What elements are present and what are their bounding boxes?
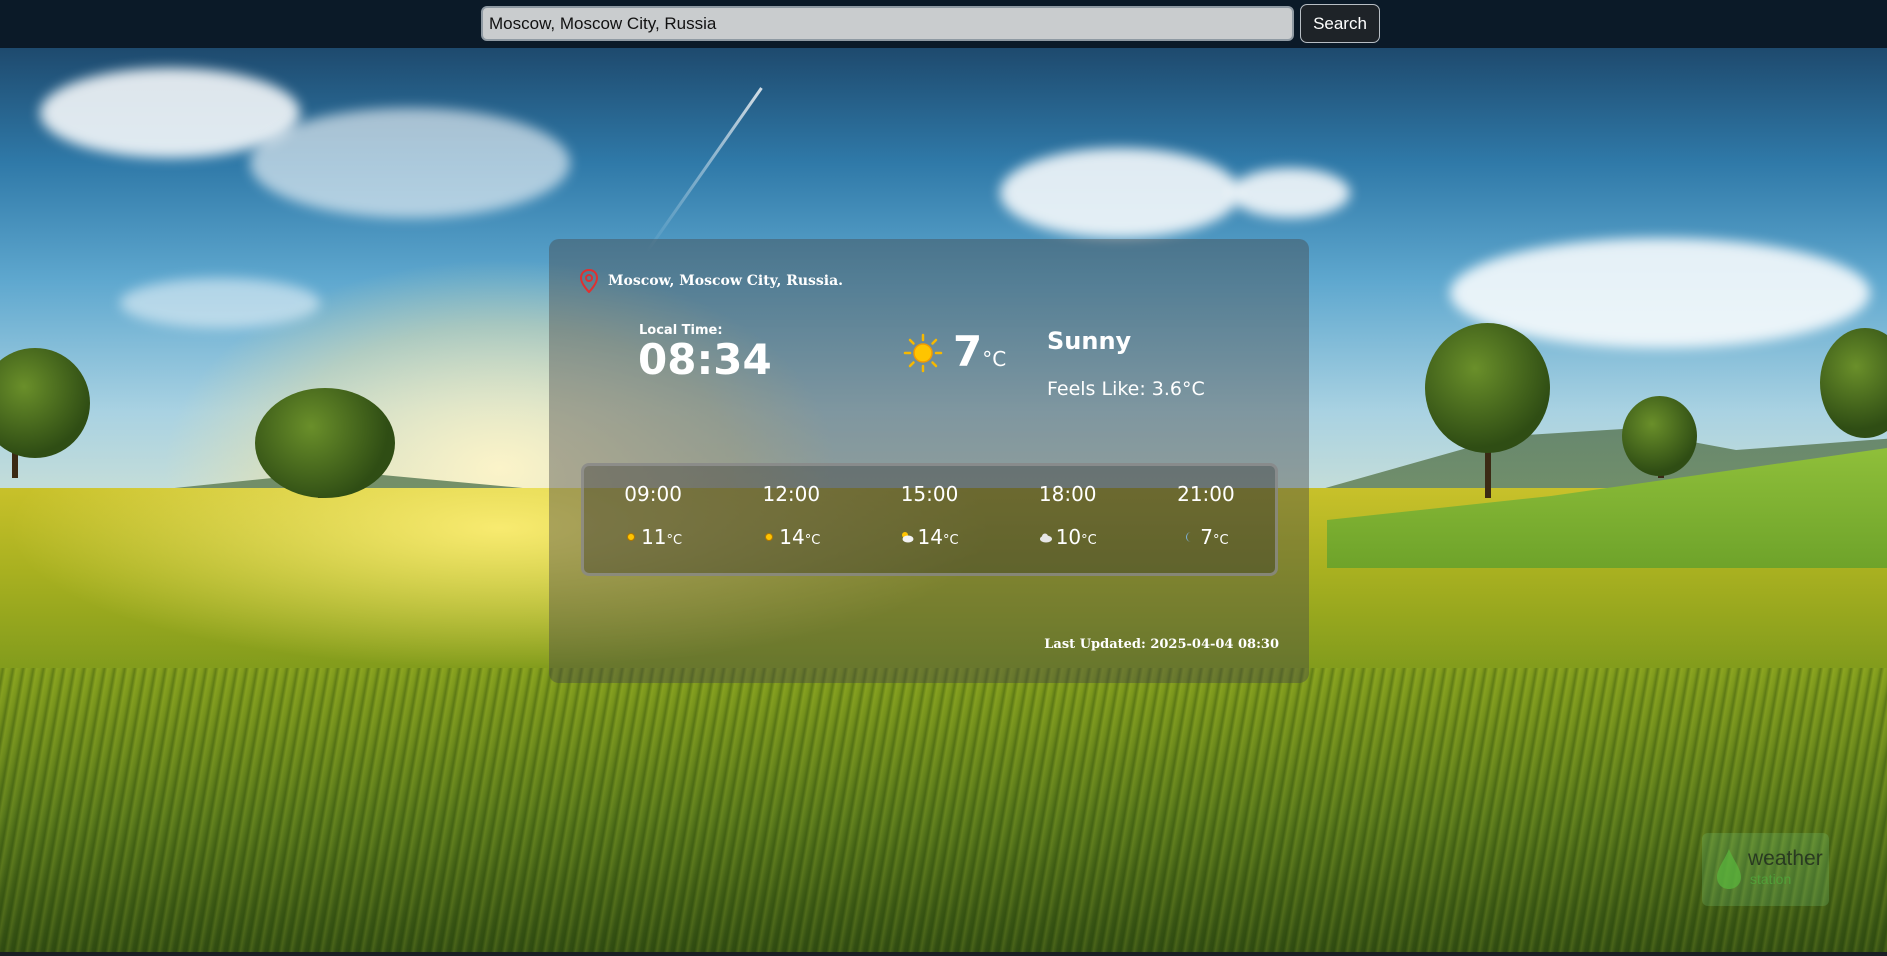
forecast-temp-value: 14 bbox=[779, 525, 805, 549]
grass bbox=[0, 668, 1887, 952]
sun-icon bbox=[627, 533, 636, 541]
sun-icon bbox=[765, 533, 774, 541]
forecast-slot: 21:00 7 °C bbox=[1137, 466, 1275, 573]
moon-icon bbox=[1186, 532, 1192, 542]
feels-like: Feels Like: 3.6°C bbox=[1047, 378, 1205, 400]
forecast-temp-value: 11 bbox=[641, 525, 667, 549]
forecast-temp-unit: °C bbox=[804, 533, 821, 548]
forecast-slot: 15:00 14 °C bbox=[860, 466, 998, 573]
forecast-temp-value: 14 bbox=[917, 525, 943, 549]
tree bbox=[255, 388, 395, 498]
weather-card: Moscow, Moscow City, Russia. Local Time:… bbox=[549, 239, 1309, 683]
forecast-temp-value: 10 bbox=[1055, 525, 1082, 549]
forecast-slot: 09:00 11 °C bbox=[584, 466, 722, 573]
tree bbox=[1425, 323, 1550, 453]
forecast-time: 15:00 bbox=[900, 482, 959, 506]
hourly-forecast: 09:00 11 °C 12:00 14 °C 15:00 14 °C 18:00 bbox=[581, 463, 1278, 576]
local-time: 08:34 bbox=[638, 335, 772, 384]
forecast-temp: 14 °C bbox=[860, 525, 998, 549]
forecast-temp: 14 °C bbox=[722, 525, 860, 549]
location-pin-icon bbox=[579, 269, 599, 293]
location-row: Moscow, Moscow City, Russia. bbox=[579, 269, 843, 293]
current-temp-value: 7 bbox=[953, 327, 983, 376]
logo-text-station: station bbox=[1750, 871, 1792, 887]
forecast-time: 21:00 bbox=[1177, 482, 1235, 506]
water-drop-icon bbox=[1717, 849, 1741, 889]
partly-cloudy-icon bbox=[902, 532, 914, 543]
logo-text-weather: weather bbox=[1748, 847, 1823, 870]
weather-condition: Sunny bbox=[1047, 327, 1132, 355]
forecast-time: 12:00 bbox=[762, 482, 821, 506]
forecast-temp: 11 °C bbox=[584, 525, 722, 549]
forecast-time: 18:00 bbox=[1038, 482, 1097, 506]
search-input[interactable] bbox=[481, 6, 1294, 41]
cloud bbox=[1230, 168, 1350, 218]
forecast-temp: 7 °C bbox=[1137, 525, 1275, 549]
forecast-slot: 18:00 10 °C bbox=[999, 466, 1137, 573]
forecast-slot: 12:00 14 °C bbox=[722, 466, 860, 573]
cloud bbox=[1000, 148, 1240, 238]
weather-station-logo: weather station bbox=[1702, 833, 1829, 906]
tree bbox=[1622, 396, 1697, 476]
top-bar: Search bbox=[0, 0, 1887, 48]
forecast-temp-unit: °C bbox=[942, 533, 959, 548]
cloud-icon bbox=[1039, 533, 1052, 543]
last-updated: Last Updated: 2025-04-04 08:30 bbox=[1044, 637, 1279, 652]
cloud bbox=[120, 278, 320, 328]
forecast-time: 09:00 bbox=[624, 482, 682, 506]
cloud bbox=[250, 108, 570, 218]
forecast-temp-unit: °C bbox=[1081, 533, 1097, 548]
location-name: Moscow, Moscow City, Russia. bbox=[608, 273, 844, 289]
forecast-temp-unit: °C bbox=[1212, 533, 1229, 548]
forecast-temp-unit: °C bbox=[666, 533, 683, 548]
current-temp-unit: °C bbox=[982, 347, 1007, 371]
forecast-temp-value: 7 bbox=[1200, 525, 1213, 549]
sun-icon bbox=[903, 333, 943, 373]
current-temperature: 7°C bbox=[953, 331, 1006, 373]
search-button[interactable]: Search bbox=[1300, 4, 1380, 43]
forecast-temp: 10 °C bbox=[999, 525, 1137, 549]
